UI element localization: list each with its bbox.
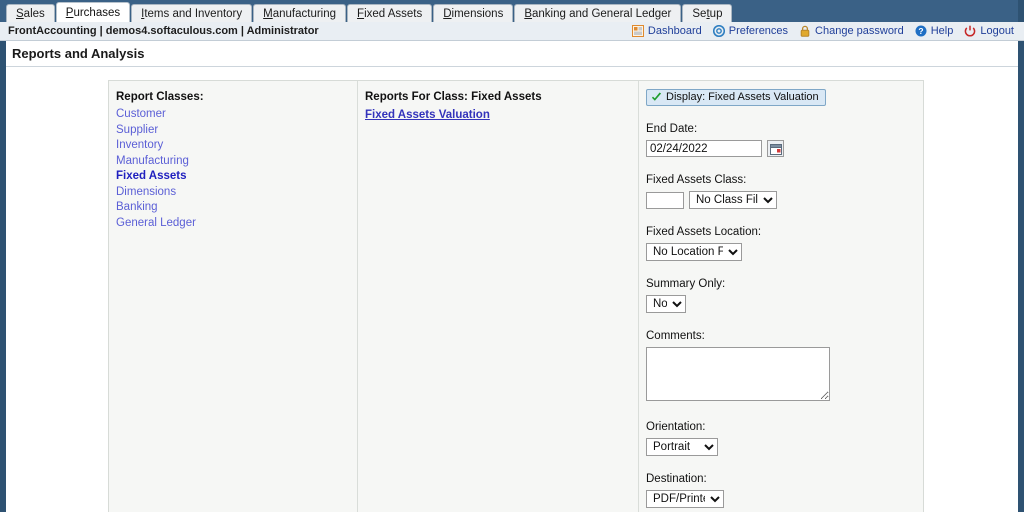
main-menu-tabs: Sales Purchases Items and Inventory Manufac… <box>0 0 1024 22</box>
svg-text:?: ? <box>918 26 923 36</box>
summary-only-label: Summary Only: <box>646 278 726 290</box>
tab-accesskey: F <box>357 8 365 20</box>
toolbar-link-label: Logout <box>980 25 1014 37</box>
main-menu-tabbar: Sales Purchases Items and Inventory Manufac… <box>0 0 1024 22</box>
tab-accesskey: t <box>706 8 710 20</box>
report-classes-column: Report Classes: Customer Supplier Inventor… <box>116 91 351 231</box>
toolbar-link-help[interactable]: ? Help <box>915 25 954 37</box>
report-class-inventory[interactable]: Inventory <box>116 138 351 154</box>
tab-accesskey: S <box>16 8 24 20</box>
report-class-manufacturing[interactable]: Manufacturing <box>116 154 351 170</box>
tab-accesskey: I <box>141 8 145 20</box>
report-class-general-ledger[interactable]: General Ledger <box>116 216 351 232</box>
page-title: Reports and Analysis <box>12 46 145 61</box>
menu-tab-setup[interactable]: Setup <box>682 4 733 22</box>
menu-tab-banking-and-general-ledger[interactable]: Banking and General Ledger <box>514 4 682 22</box>
calendar-icon[interactable] <box>767 140 784 157</box>
lock-icon <box>799 25 811 37</box>
page-content: Report Classes: Customer Supplier Inventor… <box>6 68 1018 512</box>
page-title-bar: Reports and Analysis <box>6 41 1018 67</box>
report-class-dimensions[interactable]: Dimensions <box>116 185 351 201</box>
report-class-fixed-assets[interactable]: Fixed Assets <box>116 169 351 185</box>
fixed-assets-class-group: Fixed Assets Class: No Class Filter <box>646 173 918 209</box>
user-context-label: FrontAccounting | demos4.softaculous.com… <box>8 25 319 37</box>
report-class-banking[interactable]: Banking <box>116 200 351 216</box>
toolbar-link-change-password[interactable]: Change password <box>799 25 904 37</box>
menu-tab-sales[interactable]: Sales <box>6 4 55 22</box>
reports-panel: Report Classes: Customer Supplier Inventor… <box>108 80 924 512</box>
end-date-group: End Date: <box>646 122 918 157</box>
end-date-label: End Date: <box>646 123 698 135</box>
fixed-assets-class-code-input[interactable] <box>646 191 684 209</box>
menu-tab-purchases[interactable]: Purchases <box>55 2 131 22</box>
dashboard-icon <box>631 25 644 37</box>
comments-textarea[interactable] <box>646 347 830 401</box>
check-icon <box>651 92 662 103</box>
report-parameters-form: Display: Fixed Assets Valuation End Date… <box>646 89 918 508</box>
report-class-supplier[interactable]: Supplier <box>116 123 351 139</box>
orientation-select[interactable]: PortraitLandscape <box>646 438 718 456</box>
orientation-group: Orientation: PortraitLandscape <box>646 420 918 456</box>
report-classes-heading: Report Classes: <box>116 91 204 103</box>
tab-accesskey: D <box>443 8 452 20</box>
toolbar-link-label: Preferences <box>728 25 789 37</box>
column-divider-2 <box>638 81 639 512</box>
summary-only-group: Summary Only: NoYes <box>646 277 918 313</box>
report-class-customer[interactable]: Customer <box>116 107 351 123</box>
orientation-label: Orientation: <box>646 421 706 433</box>
menu-tab-fixed-assets[interactable]: Fixed Assets <box>347 4 433 22</box>
end-date-input[interactable] <box>646 140 762 157</box>
menu-tab-dimensions[interactable]: Dimensions <box>433 4 514 22</box>
right-rail <box>1018 41 1024 512</box>
display-report-button-label: Display: Fixed Assets Valuation <box>666 91 819 103</box>
menu-tab-manufacturing[interactable]: Manufacturing <box>253 4 347 22</box>
summary-only-select[interactable]: NoYes <box>646 295 686 313</box>
power-icon <box>964 25 976 37</box>
fixed-assets-location-group: Fixed Assets Location: No Location Filte… <box>646 225 918 261</box>
gear-icon <box>712 24 725 38</box>
destination-group: Destination: PDF/PrinterExcel <box>646 472 918 508</box>
reports-for-class-list: Fixed Assets Valuation <box>365 107 630 123</box>
toolbar-link-dashboard[interactable]: Dashboard <box>631 25 702 37</box>
fixed-assets-class-label: Fixed Assets Class: <box>646 174 747 186</box>
column-divider-1 <box>357 81 358 512</box>
help-icon: ? <box>915 25 927 37</box>
toolbar-link-preferences[interactable]: Preferences <box>712 24 789 38</box>
destination-label: Destination: <box>646 473 707 485</box>
comments-group: Comments: <box>646 329 918 404</box>
reports-for-class-column: Reports For Class: Fixed Assets Fixed As… <box>365 91 630 123</box>
tab-accesskey: M <box>263 8 273 20</box>
top-toolbar: Dashboard Preferences Change password? Help… <box>631 22 1014 40</box>
fixed-assets-class-filter-select[interactable]: No Class Filter <box>689 191 777 209</box>
destination-select[interactable]: PDF/PrinterExcel <box>646 490 724 508</box>
display-report-button[interactable]: Display: Fixed Assets Valuation <box>646 89 826 106</box>
fixed-assets-location-label: Fixed Assets Location: <box>646 226 762 238</box>
status-bar: FrontAccounting | demos4.softaculous.com… <box>0 22 1024 41</box>
toolbar-link-label: Dashboard <box>647 25 702 37</box>
comments-label: Comments: <box>646 330 705 342</box>
toolbar-link-label: Change password <box>815 25 904 37</box>
tab-accesskey: B <box>524 8 532 20</box>
tab-accesskey: P <box>65 7 74 19</box>
report-classes-list: Customer Supplier Inventory Manufacturing Fi… <box>116 107 351 231</box>
toolbar-link-logout[interactable]: Logout <box>964 25 1014 37</box>
toolbar-link-label: Help <box>930 25 954 37</box>
fixed-assets-location-select[interactable]: No Location Filter <box>646 243 742 261</box>
application-window: Sales Purchases Items and Inventory Manufac… <box>0 0 1024 512</box>
report-link-fixed-assets-valuation[interactable]: Fixed Assets Valuation <box>365 107 490 123</box>
reports-for-class-heading: Reports For Class: Fixed Assets <box>365 91 542 103</box>
menu-tab-items-and-inventory[interactable]: Items and Inventory <box>131 4 253 22</box>
